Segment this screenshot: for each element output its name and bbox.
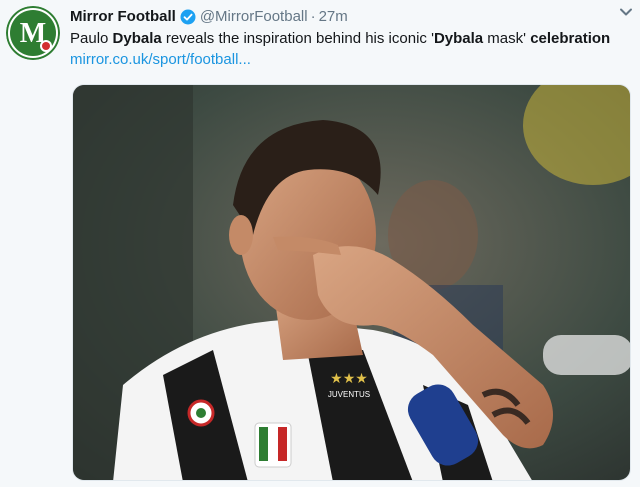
svg-text:★★★: ★★★ <box>330 370 368 386</box>
tweet-card[interactable]: M Mirror Football @MirrorFootball · 27m … <box>0 0 640 487</box>
text-part-bold: celebration <box>530 30 611 47</box>
display-name[interactable]: Mirror Football <box>70 7 176 27</box>
tweet-header: Mirror Football @MirrorFootball · 27m <box>70 6 630 28</box>
avatar[interactable]: M <box>6 6 60 60</box>
chevron-down-icon[interactable] <box>618 4 634 20</box>
verified-badge-icon <box>180 9 196 25</box>
shirt-text: JUVENTUS <box>328 390 370 399</box>
timestamp[interactable]: 27m <box>319 7 348 27</box>
text-part-bold: Dybala <box>433 30 484 47</box>
tweet-photo[interactable]: ★★★ JUVENTUS <box>72 84 631 481</box>
separator-dot: · <box>310 8 316 25</box>
article-link[interactable]: mirror.co.uk/sport/football... <box>70 50 251 70</box>
text-part: reveals the inspiration behind his iconi… <box>161 30 434 47</box>
handle[interactable]: @MirrorFootball <box>200 7 308 27</box>
tweet-text: Paulo Dybala reveals the inspiration beh… <box>70 29 632 49</box>
text-part-bold: Dybala <box>112 30 162 47</box>
text-part: mask' <box>483 30 531 47</box>
text-part: Paulo <box>70 30 113 47</box>
